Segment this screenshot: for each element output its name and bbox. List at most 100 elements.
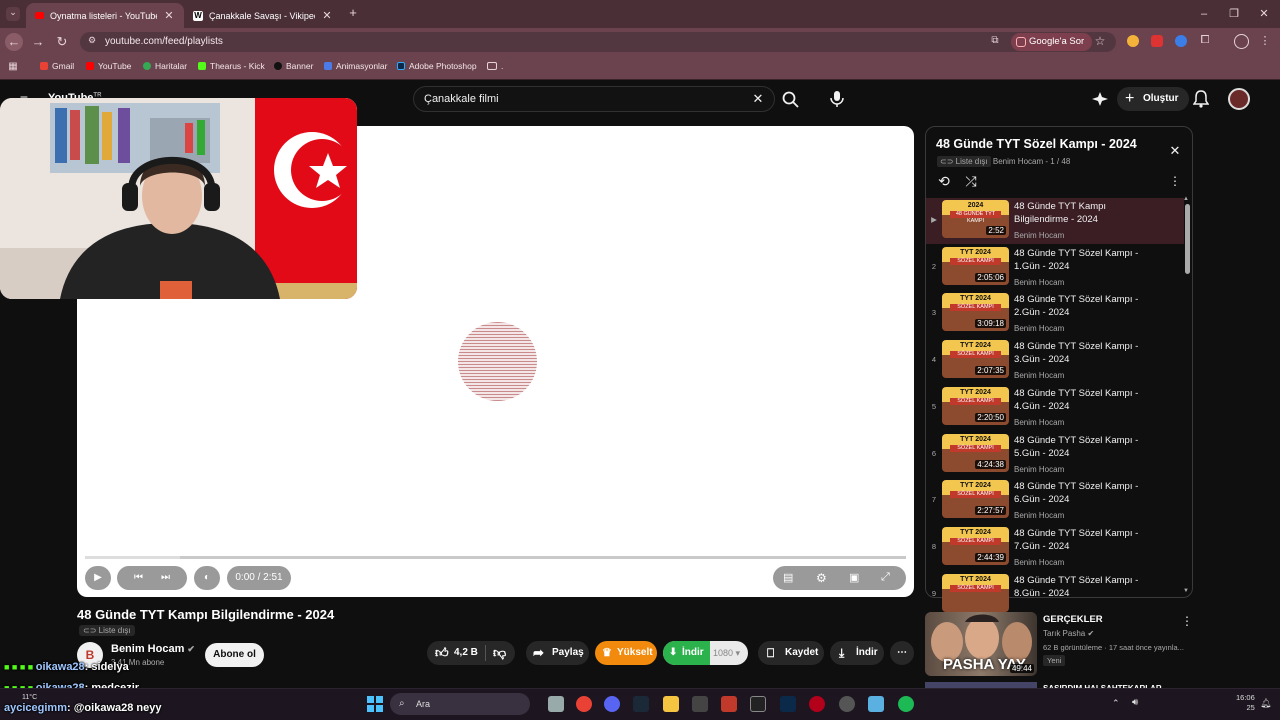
profile-icon[interactable] bbox=[1234, 34, 1249, 49]
bookmark-gmail[interactable]: Gmail bbox=[40, 61, 74, 71]
extensions-puzzle-icon[interactable]: ⧠ bbox=[1198, 34, 1212, 48]
tab-youtube[interactable]: Oynatma listeleri - YouTube ✕ bbox=[26, 3, 184, 28]
miniplayer-icon[interactable]: ▣ bbox=[849, 571, 859, 584]
extension-icon[interactable] bbox=[1127, 35, 1139, 47]
weather-widget[interactable]: 11°C bbox=[22, 694, 37, 701]
playlist-item-title[interactable]: 48 Günde TYT Sözel Kampı - 7.Gün - 2024 bbox=[1014, 527, 1154, 553]
share-button[interactable]: ➦ Paylaş bbox=[526, 641, 589, 665]
like-count[interactable]: 4,2 B bbox=[454, 641, 478, 665]
playlist-item-thumbnail[interactable]: TYT 2024 SÖZEL KAMPI 2:44:39 bbox=[942, 526, 1009, 565]
download-extension-button[interactable]: ⬇ İndir bbox=[663, 641, 710, 665]
sparkle-icon[interactable] bbox=[1092, 92, 1108, 106]
subscribe-button[interactable]: Abone ol bbox=[205, 643, 264, 667]
dislike-icon[interactable]: 👎︎ bbox=[493, 641, 506, 665]
playlist-item-title[interactable]: 48 Günde TYT Sözel Kampı - 4.Gün - 2024 bbox=[1014, 387, 1154, 413]
steam-icon[interactable] bbox=[633, 696, 649, 712]
playlist-menu-icon[interactable]: ⋮ bbox=[1169, 174, 1181, 188]
playlist-item-thumbnail[interactable]: TYT 2024 SÖZEL KAMPI 4:24:38 bbox=[942, 433, 1009, 472]
playlist-item-thumbnail[interactable]: TYT 2024 SÖZEL KAMPI 2:20:50 bbox=[942, 386, 1009, 425]
quality-select[interactable]: 1080 ▾ bbox=[713, 641, 740, 665]
playlist-item-thumbnail[interactable]: TYT 2024 SÖZEL KAMPI 2:05:06 bbox=[942, 246, 1009, 285]
playlist-item-thumbnail[interactable]: 2024 48 GÜNDE TYT KAMPI 2:52 bbox=[942, 200, 1009, 238]
recommendation-channel[interactable]: Tarık Pasha ✔ bbox=[1043, 629, 1094, 638]
upgrade-button[interactable]: ♛ Yükselt bbox=[595, 641, 657, 665]
playlist-item-thumbnail[interactable]: TYT 2024 SÖZEL KAMPI bbox=[942, 573, 1009, 612]
bookmark-folder[interactable]: . bbox=[487, 61, 503, 71]
bookmark-youtube[interactable]: YouTube bbox=[86, 61, 131, 71]
browser-menu-icon[interactable]: ⋮ bbox=[1259, 34, 1271, 48]
bookmark-animasyonlar[interactable]: Animasyonlar bbox=[324, 61, 388, 71]
scroll-down-icon[interactable]: ▼ bbox=[1183, 588, 1189, 594]
recommendation-thumbnail[interactable]: PASHA YAY 49:44 bbox=[925, 612, 1037, 676]
playlist-item-thumbnail[interactable]: TYT 2024 SÖZEL KAMPI 2:07:35 bbox=[942, 340, 1009, 379]
windows-start-icon[interactable] bbox=[367, 696, 383, 712]
playlist-item-title[interactable]: 48 Günde TYT Sözel Kampı - 6.Gün - 2024 bbox=[1014, 480, 1154, 506]
app-icon[interactable] bbox=[809, 696, 825, 712]
playlist-owner[interactable]: Benim Hocam bbox=[993, 157, 1043, 166]
close-tab-icon[interactable]: ✕ bbox=[321, 10, 333, 22]
bookmark-maps[interactable]: Haritalar bbox=[143, 61, 187, 71]
shuffle-icon[interactable]: ⤮ bbox=[963, 173, 979, 189]
settings-gear-icon[interactable]: ⚙ bbox=[816, 571, 827, 585]
app-icon[interactable] bbox=[692, 696, 708, 712]
notifications-bell-icon[interactable] bbox=[1193, 90, 1209, 108]
voice-search-icon[interactable] bbox=[827, 88, 847, 110]
bookmark-photoshop[interactable]: Adobe Photoshop bbox=[397, 61, 477, 71]
progress-bar[interactable] bbox=[85, 556, 906, 559]
minimize-icon[interactable]: – bbox=[1197, 7, 1211, 21]
playlist-item-title[interactable]: 48 Günde TYT Sözel Kampı - 5.Gün - 2024 bbox=[1014, 434, 1154, 460]
spotify-icon[interactable] bbox=[898, 696, 914, 712]
forward-icon[interactable]: → bbox=[29, 33, 47, 51]
reload-icon[interactable]: ↻ bbox=[53, 33, 71, 51]
url-text[interactable]: youtube.com/feed/playlists bbox=[105, 36, 223, 47]
file-explorer-icon[interactable] bbox=[663, 696, 679, 712]
address-bar[interactable] bbox=[80, 32, 1116, 52]
clear-search-icon[interactable]: ✕ bbox=[750, 91, 766, 107]
bookmark-star-icon[interactable]: ☆ bbox=[1093, 34, 1107, 48]
playlist-item-title[interactable]: 48 Günde TYT Sözel Kampı - 8.Gün - 2024 bbox=[1014, 574, 1154, 600]
recommendation-menu-icon[interactable]: ⋮ bbox=[1181, 614, 1193, 628]
site-info-icon[interactable]: ⚙ bbox=[86, 35, 98, 47]
bookmark-kick[interactable]: Thearus - Kick bbox=[198, 61, 265, 71]
app-icon[interactable] bbox=[868, 696, 884, 712]
fullscreen-icon[interactable]: ⤢ bbox=[881, 571, 890, 584]
avatar[interactable] bbox=[1228, 88, 1250, 110]
apps-grid-icon[interactable]: ▦ bbox=[7, 61, 19, 73]
chrome-icon[interactable] bbox=[576, 696, 592, 712]
new-tab-icon[interactable]: + bbox=[346, 6, 360, 20]
bookmark-banner[interactable]: Banner bbox=[274, 61, 313, 71]
playlist-item-title[interactable]: 48 Günde TYT Kampı Bilgilendirme - 2024 bbox=[1014, 200, 1154, 226]
playlist-title[interactable]: 48 Günde TYT Sözel Kampı - 2024 bbox=[936, 137, 1137, 151]
playlist-item-title[interactable]: 48 Günde TYT Sözel Kampı - 1.Gün - 2024 bbox=[1014, 247, 1154, 273]
previous-icon[interactable]: ⏮ bbox=[134, 572, 143, 583]
extension-icon[interactable] bbox=[1151, 35, 1163, 47]
save-button[interactable]: ⎕ Kaydet bbox=[758, 641, 824, 665]
tab-search-icon[interactable]: ⌄ bbox=[6, 7, 20, 21]
tab-wikipedia[interactable]: W Çanakkale Savaşı - Vikipedi ✕ bbox=[184, 3, 342, 28]
playlist-item-title[interactable]: 48 Günde TYT Sözel Kampı - 3.Gün - 2024 bbox=[1014, 340, 1154, 366]
volume-tray-icon[interactable]: 🔊︎ bbox=[1132, 697, 1138, 708]
play-button[interactable]: ▶ bbox=[85, 566, 111, 590]
tray-chevron-icon[interactable]: ⌃ bbox=[1112, 698, 1120, 709]
cast-icon[interactable]: ⧉ bbox=[988, 35, 1002, 49]
ask-google-button[interactable]: Google'a Sor bbox=[1011, 33, 1093, 51]
back-icon[interactable]: ← bbox=[5, 33, 23, 51]
playlist-item-thumbnail[interactable]: TYT 2024 SÖZEL KAMPI 3:09:18 bbox=[942, 293, 1009, 332]
photoshop-icon[interactable] bbox=[780, 696, 796, 712]
playlist-scrollbar[interactable] bbox=[1185, 204, 1190, 274]
next-icon[interactable]: ⏭ bbox=[161, 572, 170, 583]
search-text[interactable]: Çanakkale filmi bbox=[424, 93, 499, 105]
scroll-up-icon[interactable]: ▲ bbox=[1183, 196, 1189, 202]
recommendation-title[interactable]: GERÇEKLER bbox=[1043, 614, 1103, 625]
subtitles-icon[interactable]: ▤ bbox=[783, 571, 793, 584]
like-icon[interactable]: 👍︎ bbox=[435, 641, 449, 665]
close-playlist-icon[interactable]: ✕ bbox=[1168, 144, 1182, 158]
playlist-item-title[interactable]: 48 Günde TYT Sözel Kampı - 2.Gün - 2024 bbox=[1014, 293, 1154, 319]
channel-name[interactable]: Benim Hocam ✔ bbox=[111, 643, 195, 655]
app-icon[interactable] bbox=[721, 696, 737, 712]
create-button[interactable]: + Oluştur bbox=[1117, 87, 1189, 111]
volume-icon[interactable]: ◐ bbox=[194, 566, 220, 590]
download-button[interactable]: ⤓ İndir bbox=[830, 641, 884, 665]
close-tab-icon[interactable]: ✕ bbox=[163, 10, 175, 22]
notifications-icon[interactable]: 🔔︎ bbox=[1260, 698, 1271, 709]
